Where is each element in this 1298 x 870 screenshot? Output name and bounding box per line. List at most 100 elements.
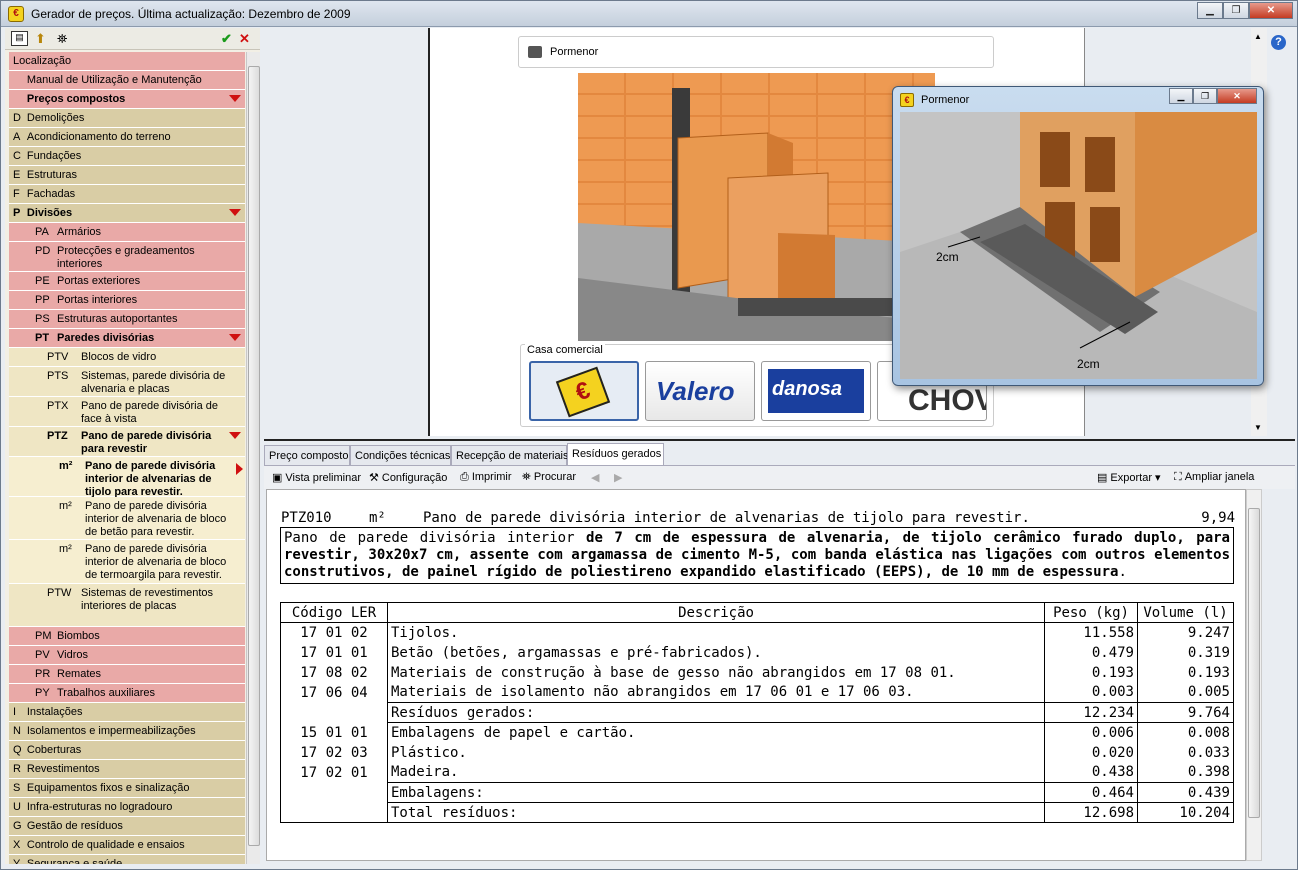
tree-item-code: PTW [47, 587, 72, 599]
tree-item-code: PTX [47, 400, 69, 412]
tree-item[interactable]: U Infra-estruturas no logradouro [9, 798, 245, 817]
tree-item[interactable]: D Demolições [9, 109, 245, 128]
popup-minimize-button[interactable]: ▁ [1169, 88, 1193, 104]
tree-item[interactable]: PTV Blocos de vidro [9, 348, 245, 367]
tree-item[interactable]: P Divisões [9, 204, 245, 223]
tree-item[interactable]: S Equipamentos fixos e sinalização [9, 779, 245, 798]
table-cell: 9.247 [1137, 622, 1234, 643]
tree-item[interactable]: PD Protecções e gradeamentos interiores [9, 242, 245, 272]
tree-item[interactable]: Localização [9, 52, 245, 71]
expand-triangle-icon[interactable] [229, 334, 241, 341]
brand-valero-button[interactable]: Valero [645, 361, 755, 421]
tree-item[interactable]: G Gestão de resíduos [9, 817, 245, 836]
tree-item[interactable]: PY Trabalhos auxiliares [9, 684, 245, 703]
tree-item[interactable]: PV Vidros [9, 646, 245, 665]
expand-triangle-icon[interactable] [229, 209, 241, 216]
tree-item[interactable]: m² Pano de parede divisória interior de a… [9, 457, 245, 498]
tree-item-code: PT [35, 332, 50, 344]
tree-item[interactable]: E Estruturas [9, 166, 245, 185]
tree-item-label: Estruturas [26, 169, 78, 181]
tree-item[interactable]: PTS Sistemas, parede divisória de alvenar… [9, 367, 245, 397]
popup-maximize-button[interactable]: ❐ [1193, 88, 1217, 104]
tree-item-code: PD [35, 245, 51, 257]
imprimir-button[interactable]: ⎙ Imprimir [460, 471, 512, 484]
minimize-button[interactable]: ▁ [1197, 2, 1223, 19]
table-cell: 0.005 [1137, 682, 1234, 703]
exportar-button[interactable]: ▤ Exportar ▾ [1097, 471, 1161, 484]
tree-item-code: PM [35, 630, 52, 642]
tree-item-code: PS [35, 313, 50, 325]
tree-item[interactable]: PR Remates [9, 665, 245, 684]
tree-item[interactable]: PP Portas interiores [9, 291, 245, 310]
title-bar[interactable]: € Gerador de preços. Última actualização… [1, 1, 1297, 27]
tree-item[interactable]: C Fundações [9, 147, 245, 166]
table-row: 17 06 04 Materiais de isolamento não abra… [280, 682, 1234, 703]
table-cell: Resíduos gerados: [387, 702, 1045, 723]
tree-item-code: P [13, 207, 21, 219]
forward-arrow-icon[interactable]: ▶ [614, 471, 622, 484]
back-arrow-icon[interactable]: ◀ [591, 471, 599, 484]
tree-item[interactable]: m² Pano de parede divisória interior de a… [9, 497, 245, 540]
tree-item[interactable]: Q Coberturas [9, 741, 245, 760]
up-icon[interactable]: ⬆ [35, 31, 46, 47]
expand-triangle-icon[interactable] [229, 432, 241, 439]
table-cell: 17 01 02 [280, 622, 388, 643]
tab-preco-composto[interactable]: Preço composto [264, 445, 350, 465]
ampliar-janela-button[interactable]: ⛶ Ampliar janela [1174, 471, 1254, 484]
help-icon[interactable]: ? [1271, 35, 1286, 50]
tree-item[interactable]: PE Portas exteriores [9, 272, 245, 291]
pormenor-header[interactable]: Pormenor [518, 36, 994, 68]
brand-danosa-button[interactable]: danosa [761, 361, 871, 421]
danosa-logo: danosa [772, 378, 843, 400]
binoculars-icon[interactable]: ⛯ [57, 31, 67, 47]
tree-item-code: S [13, 782, 21, 794]
popup-close-button[interactable]: ✕ [1217, 88, 1257, 104]
procurar-button[interactable]: ⛯ Procurar [522, 471, 576, 484]
wall-illustration[interactable] [578, 73, 935, 341]
tab-condicoes-tecnicas[interactable]: Condições técnicas [350, 445, 451, 465]
tree-item[interactable]: PS Estruturas autoportantes [9, 310, 245, 329]
tree-item-label: Pano de parede divisória interior de alv… [85, 460, 216, 498]
tree-item[interactable]: PTW Sistemas de revestimentos interiores … [9, 584, 245, 627]
ampliar-label: Ampliar janela [1184, 471, 1255, 483]
tree-scrollbar[interactable] [246, 52, 260, 864]
vista-preliminar-button[interactable]: ▣ Vista preliminar [272, 471, 361, 484]
cross-icon[interactable]: ✕ [239, 31, 250, 47]
tree-item[interactable]: m² Pano de parede divisória interior de a… [9, 540, 245, 584]
configuracao-button[interactable]: ⚒ Configuração [369, 471, 447, 484]
tree-item-label: Preços compostos [26, 93, 126, 105]
tab-recepcao-materiais[interactable]: Recepção de materiais [451, 445, 569, 465]
tree-item[interactable]: N Isolamentos e impermeabilizações [9, 722, 245, 741]
tree-item[interactable]: I Instalações [9, 703, 245, 722]
tab-residuos-gerados[interactable]: Resíduos gerados [567, 443, 664, 465]
tree-item[interactable]: Y Segurança e saúde [9, 855, 245, 864]
tree-item[interactable]: R Revestimentos [9, 760, 245, 779]
table-cell: 17 06 04 [280, 682, 388, 703]
table-row: 17 08 02 Materiais de construção à base d… [280, 662, 1234, 683]
tree-item[interactable]: Manual de Utilização e Manutenção [9, 71, 245, 90]
tree-item[interactable]: PA Armários [9, 223, 245, 242]
close-button[interactable]: ✕ [1249, 2, 1293, 19]
brand-generic-button[interactable]: € [529, 361, 639, 421]
expand-triangle-icon[interactable] [229, 95, 241, 102]
maximize-button[interactable]: ❐ [1223, 2, 1249, 19]
table-cell: Embalagens de papel e cartão. [387, 722, 1045, 743]
procurar-label: Procurar [533, 471, 576, 483]
tree-item[interactable]: A Acondicionamento do terreno [9, 128, 245, 147]
tree-item[interactable]: X Controlo de qualidade e ensaios [9, 836, 245, 855]
tree-item[interactable]: F Fachadas [9, 185, 245, 204]
tree-item[interactable]: PTZ Pano de parede divisória para revesti… [9, 427, 245, 457]
tree-item[interactable]: PT Paredes divisórias [9, 329, 245, 348]
pane-divider[interactable] [264, 439, 1295, 441]
tree-item-code: PA [35, 226, 49, 238]
table-cell: Total resíduos: [387, 802, 1045, 823]
tree-item[interactable]: PM Biombos [9, 627, 245, 646]
check-icon[interactable]: ✔ [221, 31, 232, 47]
tree-item-label: Isolamentos e impermeabilizações [26, 725, 196, 737]
pormenor-popup[interactable]: € Pormenor ▁ ❐ ✕ 2cm 2cm [892, 86, 1264, 386]
table-row: 17 01 01 Betão (betões, argamassas e pré-… [280, 642, 1234, 663]
tree-item[interactable]: Preços compostos [9, 90, 245, 109]
tree-item[interactable]: PTX Pano de parede divisória de face à vi… [9, 397, 245, 427]
document-scrollbar[interactable] [1246, 489, 1262, 861]
list-icon[interactable]: ▤ [11, 31, 28, 46]
